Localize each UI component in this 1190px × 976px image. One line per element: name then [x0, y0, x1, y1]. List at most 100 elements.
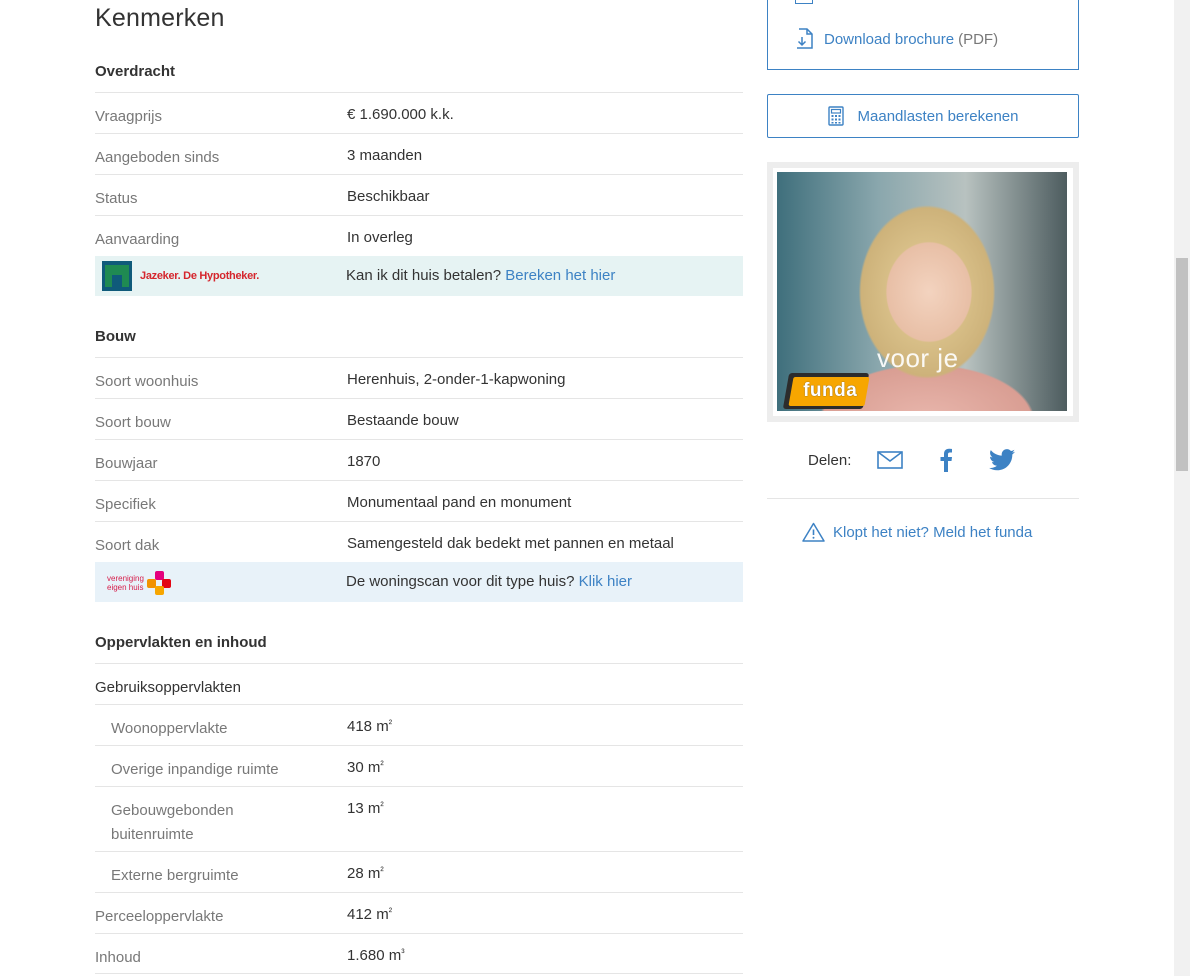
download-brochure-ext: (PDF) — [958, 30, 999, 48]
eigen-huis-promo: vereniging eigen huis De woningscan voor… — [95, 562, 743, 602]
row-value: € 1.690.000 k.k. — [347, 106, 454, 123]
share-bar: Delen: — [808, 448, 1019, 472]
row-value: 412 m² — [347, 905, 392, 925]
warning-icon — [802, 522, 825, 542]
row-label: Perceeloppervlakte — [95, 908, 224, 925]
row-label: Bouwjaar — [95, 455, 158, 472]
funda-logo: funda — [788, 377, 870, 406]
promo-question: De woningscan voor dit type huis? — [346, 573, 575, 590]
download-document-icon — [797, 28, 813, 49]
twitter-share-icon[interactable] — [985, 448, 1019, 472]
section-title-overdracht: Overdracht — [95, 63, 176, 80]
row-label-line1: Gebouwgebonden — [111, 802, 234, 819]
section-title-bouw: Bouw — [95, 328, 136, 345]
row-value: In overleg — [347, 229, 413, 246]
share-label: Delen: — [808, 451, 852, 469]
value-number: 28 m — [347, 865, 381, 882]
row-label: Status — [95, 190, 138, 207]
row-status: Status Beschikbaar — [95, 174, 743, 215]
maandlasten-label: Maandlasten berekenen — [857, 107, 1019, 125]
row-label: Externe bergruimte — [111, 867, 239, 884]
eigen-huis-flower-icon — [147, 571, 171, 595]
row-value: 30 m² — [347, 758, 384, 778]
unit-exponent: ² — [380, 866, 384, 877]
row-value: 3 maanden — [347, 147, 423, 164]
unit-exponent: ² — [388, 719, 393, 730]
hypotheker-logo-text: Jazeker. De Hypotheker. — [140, 270, 260, 282]
hypotheker-house-icon — [102, 261, 132, 291]
report-error-label: Klopt het niet? Meld het funda — [833, 523, 1033, 541]
unit-exponent: ² — [380, 801, 384, 812]
row-value: Herenhuis, 2-onder-1-kapwoning — [347, 371, 566, 388]
row-label: Gebouwgebonden buitenruimte — [111, 799, 351, 847]
bereken-het-hier-link[interactable]: Bereken het hier — [505, 267, 615, 284]
row-value: Bestaande bouw — [347, 412, 459, 429]
row-label: Aanvaarding — [95, 231, 180, 248]
ad-tagline: voor je — [877, 343, 959, 373]
download-brochure-label: Download brochure — [824, 30, 955, 48]
unit-exponent: ² — [388, 907, 393, 918]
funda-advertisement[interactable]: voor je funda — [767, 162, 1079, 422]
row-aangeboden-sinds: Aangeboden sinds 3 maanden — [95, 133, 743, 174]
maandlasten-berekenen-button[interactable]: Maandlasten berekenen — [767, 94, 1079, 138]
row-value: 1870 — [347, 453, 381, 470]
row-value: 28 m² — [347, 864, 384, 884]
row-soort-dak: Soort dak Samengesteld dak bedekt met pa… — [95, 521, 743, 562]
eigen-huis-logo-text: vereniging eigen huis — [107, 574, 147, 592]
row-label: Overige inpandige ruimte — [111, 761, 279, 778]
value-number: 30 m — [347, 759, 381, 776]
row-label: Soort woonhuis — [95, 373, 199, 390]
row-label: Woonoppervlakte — [111, 720, 228, 737]
unit-exponent: ² — [380, 760, 384, 771]
row-label: Aangeboden sinds — [95, 149, 220, 166]
row-value: Beschikbaar — [347, 188, 430, 205]
row-value: Samengesteld dak bedekt met pannen en me… — [347, 535, 674, 552]
section-title-oppervlakten: Oppervlakten en inhoud — [95, 634, 267, 651]
row-woonoppervlakte: Woonoppervlakte 418 m² — [95, 704, 743, 745]
row-aanvaarding: Aanvaarding In overleg — [95, 215, 743, 256]
funda-logo-text: funda — [803, 380, 858, 401]
row-gebouwgebonden-buitenruimte: Gebouwgebonden buitenruimte 13 m² — [95, 786, 743, 851]
row-value: 418 m² — [347, 717, 392, 737]
row-label-line2: buitenruimte — [111, 826, 194, 843]
hypotheker-promo-text: Kan ik dit huis betalen? Bereken het hie… — [346, 267, 615, 284]
eigen-huis-logo-line2: eigen huis — [107, 583, 144, 592]
row-specifiek: Specifiek Monumentaal pand en monument — [95, 480, 743, 521]
row-label: Soort dak — [95, 537, 160, 554]
share-divider — [767, 498, 1079, 499]
row-bouwjaar: Bouwjaar 1870 — [95, 439, 743, 480]
facebook-share-icon[interactable] — [929, 448, 963, 472]
row-label: Soort bouw — [95, 414, 171, 431]
eigen-huis-logo-line1: vereniging — [107, 574, 144, 583]
row-value: 1.680 m³ — [347, 946, 405, 966]
value-number: 1.680 m — [347, 947, 402, 964]
row-soort-bouw: Soort bouw Bestaande bouw — [95, 398, 743, 439]
page-scrollbar[interactable] — [1174, 0, 1190, 976]
hypotheker-logo: Jazeker. De Hypotheker. — [102, 261, 259, 291]
mail-share-icon[interactable] — [873, 448, 907, 472]
row-value: Monumentaal pand en monument — [347, 494, 572, 511]
klik-hier-link[interactable]: Klik hier — [579, 573, 632, 590]
row-externe-bergruimte: Externe bergruimte 28 m² — [95, 851, 743, 892]
row-perceeloppervlakte: Perceeloppervlakte 412 m² — [95, 892, 743, 933]
hypotheker-promo: Jazeker. De Hypotheker. Kan ik dit huis … — [95, 256, 743, 296]
eigen-huis-promo-text: De woningscan voor dit type huis? Klik h… — [346, 573, 632, 590]
page-title: Kenmerken — [95, 4, 225, 32]
value-number: 418 m — [347, 718, 389, 735]
row-label: Inhoud — [95, 949, 141, 966]
download-brochure-link[interactable]: Download brochure (PDF) — [794, 28, 998, 50]
row-value: 13 m² — [347, 799, 384, 819]
calculator-icon — [827, 106, 844, 126]
promo-question: Kan ik dit huis betalen? — [346, 267, 502, 284]
eigen-huis-logo: vereniging eigen huis — [107, 571, 171, 595]
brochure-panel: Download brochure (PDF) — [767, 0, 1079, 70]
ad-photo: voor je funda — [777, 172, 1067, 411]
group-label: Gebruiksoppervlakten — [95, 679, 241, 696]
row-soort-woonhuis: Soort woonhuis Herenhuis, 2-onder-1-kapw… — [95, 357, 743, 398]
scrollbar-thumb[interactable] — [1176, 258, 1188, 471]
report-error-link[interactable]: Klopt het niet? Meld het funda — [802, 522, 1032, 542]
row-label: Specifiek — [95, 496, 156, 513]
partial-icon — [795, 0, 813, 4]
row-vraagprijs: Vraagprijs € 1.690.000 k.k. — [95, 92, 743, 133]
row-gebruiksoppervlakten: Gebruiksoppervlakten — [95, 663, 743, 704]
